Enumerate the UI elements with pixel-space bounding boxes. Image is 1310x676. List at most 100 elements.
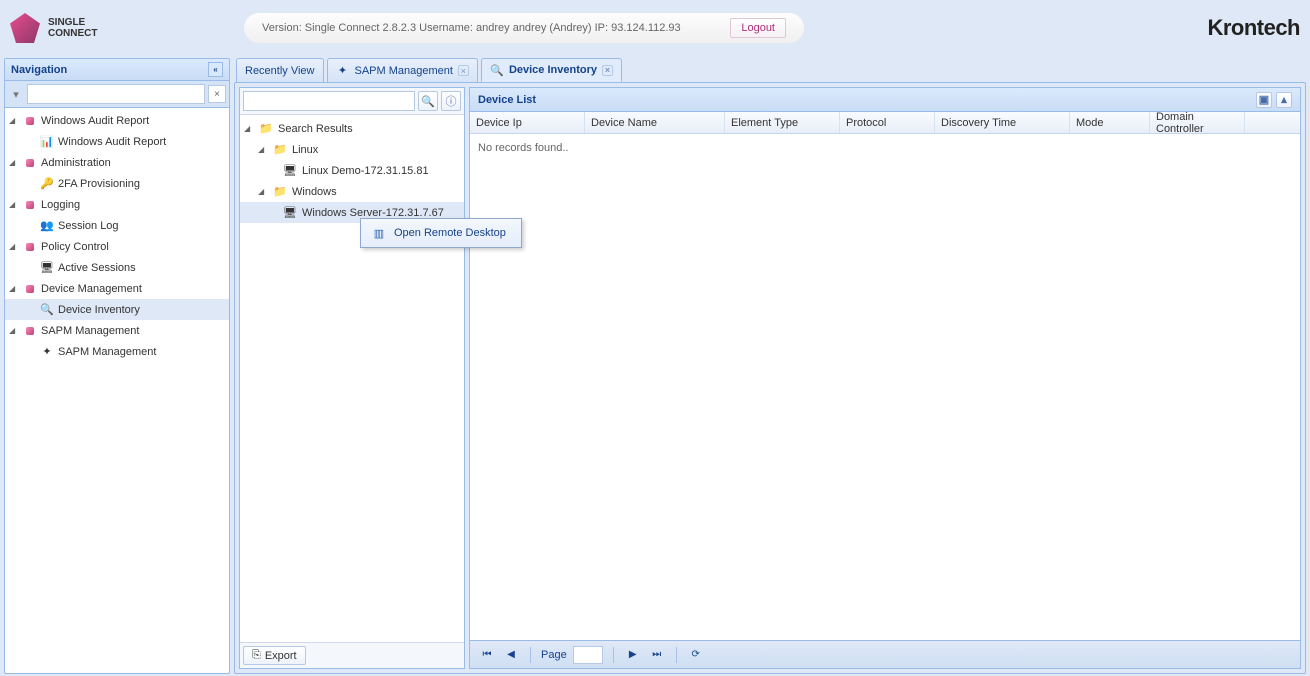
grid-title-actions: ▣ ▴ bbox=[1256, 92, 1292, 108]
nav-item-label: Active Sessions bbox=[58, 262, 136, 274]
tree-device[interactable]: 🖥 Linux Demo-172.31.15.81 bbox=[240, 160, 464, 181]
group-icon bbox=[22, 114, 38, 128]
tab-icon: ✦ bbox=[336, 64, 350, 78]
logo-line1: SINGLE bbox=[48, 17, 97, 28]
tree-search-input[interactable] bbox=[243, 91, 415, 111]
grid-empty-text: No records found.. bbox=[478, 142, 569, 154]
tree-root-label: Search Results bbox=[278, 123, 353, 135]
nav-group[interactable]: ◢Windows Audit Report bbox=[5, 110, 229, 131]
open-remote-desktop-item[interactable]: ▥ Open Remote Desktop bbox=[363, 221, 519, 245]
expand-icon: ◢ bbox=[9, 116, 19, 125]
tree-device-label: Windows Server-172.31.7.67 bbox=[302, 207, 444, 219]
expand-icon: ◢ bbox=[9, 158, 19, 167]
nav-group[interactable]: ◢Policy Control bbox=[5, 236, 229, 257]
collapse-button[interactable]: « bbox=[208, 62, 223, 77]
expand-icon: ◢ bbox=[258, 187, 268, 196]
grid-maximize-button[interactable]: ▣ bbox=[1256, 92, 1272, 108]
search-icon: 🔍 bbox=[421, 95, 435, 108]
tab-close-button[interactable]: × bbox=[458, 65, 469, 76]
logo-area: SINGLE CONNECT bbox=[10, 13, 230, 43]
logo-line2: CONNECT bbox=[48, 28, 97, 39]
device-grid-panel: Device List ▣ ▴ Device IpDevice NameElem… bbox=[469, 87, 1301, 669]
column-header[interactable]: Protocol bbox=[840, 112, 935, 133]
export-button[interactable]: ⎘ Export bbox=[243, 646, 306, 665]
nav-group[interactable]: ◢Device Management bbox=[5, 278, 229, 299]
context-menu: ▥ Open Remote Desktop bbox=[360, 218, 522, 248]
expand-icon: ◢ bbox=[258, 145, 268, 154]
device-icon: 🖥 bbox=[282, 164, 298, 178]
nav-group[interactable]: ◢SAPM Management bbox=[5, 320, 229, 341]
tab[interactable]: 🔍Device Inventory× bbox=[481, 58, 622, 82]
nav-item[interactable]: 📊Windows Audit Report bbox=[5, 131, 229, 152]
info-bar: Version: Single Connect 2.8.2.3 Username… bbox=[244, 13, 804, 43]
tree-search-button[interactable]: 🔍 bbox=[418, 91, 438, 111]
nav-item-icon: 👥 bbox=[39, 219, 55, 233]
expand-icon: ◢ bbox=[9, 284, 19, 293]
open-remote-desktop-label: Open Remote Desktop bbox=[394, 227, 506, 239]
tree-info-button[interactable]: ⓘ bbox=[441, 91, 461, 111]
tab-close-button[interactable]: × bbox=[602, 65, 613, 76]
logo-text: SINGLE CONNECT bbox=[48, 17, 97, 39]
nav-item[interactable]: ✦SAPM Management bbox=[5, 341, 229, 362]
tab-icon: 🔍 bbox=[490, 63, 504, 77]
navigation-panel: Navigation « ▾ × ◢Windows Audit Report📊W… bbox=[4, 58, 230, 674]
next-page-button[interactable]: ▶ bbox=[624, 646, 642, 664]
column-header[interactable]: Discovery Time bbox=[935, 112, 1070, 133]
tab-label: SAPM Management bbox=[355, 65, 453, 77]
export-icon: ⎘ bbox=[252, 649, 261, 662]
first-page-button[interactable]: ⏮ bbox=[478, 646, 496, 664]
column-header[interactable]: Element Type bbox=[725, 112, 840, 133]
refresh-button[interactable]: ⟳ bbox=[687, 646, 705, 664]
page-label: Page bbox=[541, 649, 567, 661]
page-input[interactable] bbox=[573, 646, 603, 664]
prev-page-button[interactable]: ◀ bbox=[502, 646, 520, 664]
navigation-tree: ◢Windows Audit Report📊Windows Audit Repo… bbox=[5, 108, 229, 673]
nav-group[interactable]: ◢Logging bbox=[5, 194, 229, 215]
tree-group-label: Linux bbox=[292, 144, 318, 156]
group-icon bbox=[22, 282, 38, 296]
tree-group[interactable]: ◢ Linux bbox=[240, 139, 464, 160]
device-icon: 🖥 bbox=[282, 206, 298, 220]
grid-title-bar: Device List ▣ ▴ bbox=[470, 88, 1300, 112]
logout-button[interactable]: Logout bbox=[730, 18, 786, 38]
tab[interactable]: ✦ SAPM Management × bbox=[327, 58, 478, 82]
nav-item[interactable]: 👥Session Log bbox=[5, 215, 229, 236]
nav-group[interactable]: ◢ Administration bbox=[5, 152, 229, 173]
nav-item[interactable]: 🖥Active Sessions bbox=[5, 257, 229, 278]
nav-item[interactable]: 🔍Device Inventory bbox=[5, 299, 229, 320]
folder-icon bbox=[272, 143, 288, 157]
nav-item[interactable]: 🔑2FA Provisioning bbox=[5, 173, 229, 194]
tree-group[interactable]: ◢ Windows bbox=[240, 181, 464, 202]
nav-group-label: SAPM Management bbox=[41, 325, 139, 337]
grid-collapse-button[interactable]: ▴ bbox=[1276, 92, 1292, 108]
logo-icon bbox=[10, 13, 40, 43]
group-icon bbox=[22, 198, 38, 212]
brand-label: Krontech bbox=[1207, 15, 1300, 41]
filter-input[interactable] bbox=[27, 84, 205, 104]
export-label: Export bbox=[265, 650, 297, 662]
tab[interactable]: Recently View bbox=[236, 58, 324, 82]
column-header[interactable]: Device Name bbox=[585, 112, 725, 133]
group-icon bbox=[22, 156, 38, 170]
column-header[interactable]: Domain Controller bbox=[1150, 112, 1245, 133]
content-panel: 🔍 ⓘ ◢Search Results◢Linux🖥Linux Demo-172… bbox=[234, 82, 1306, 674]
clear-filter-button[interactable]: × bbox=[208, 85, 226, 103]
expand-icon: ◢ bbox=[9, 200, 19, 209]
tree-device-label: Linux Demo-172.31.15.81 bbox=[302, 165, 429, 177]
tab-label: Recently View bbox=[245, 65, 315, 77]
paging-toolbar: ⏮ ◀ Page ▶ ⏭ ⟳ bbox=[470, 640, 1300, 668]
tree-group-label: Windows bbox=[292, 186, 337, 198]
right-area: Recently View✦SAPM Management×🔍Device In… bbox=[234, 58, 1306, 674]
nav-item-icon: ✦ bbox=[39, 345, 55, 359]
last-page-button[interactable]: ⏭ bbox=[648, 646, 666, 664]
folder-icon bbox=[258, 122, 274, 136]
funnel-icon: ▾ bbox=[8, 86, 24, 102]
nav-item-icon: 📊 bbox=[39, 135, 55, 149]
column-header[interactable]: Device Ip bbox=[470, 112, 585, 133]
column-header[interactable]: Mode bbox=[1070, 112, 1150, 133]
nav-item-label: Windows Audit Report bbox=[58, 136, 166, 148]
tree-root[interactable]: ◢Search Results bbox=[240, 118, 464, 139]
nav-item-icon: 🔑 bbox=[39, 177, 55, 191]
nav-group-label: Administration bbox=[41, 157, 111, 169]
grid-header: Device IpDevice NameElement TypeProtocol… bbox=[470, 112, 1300, 134]
